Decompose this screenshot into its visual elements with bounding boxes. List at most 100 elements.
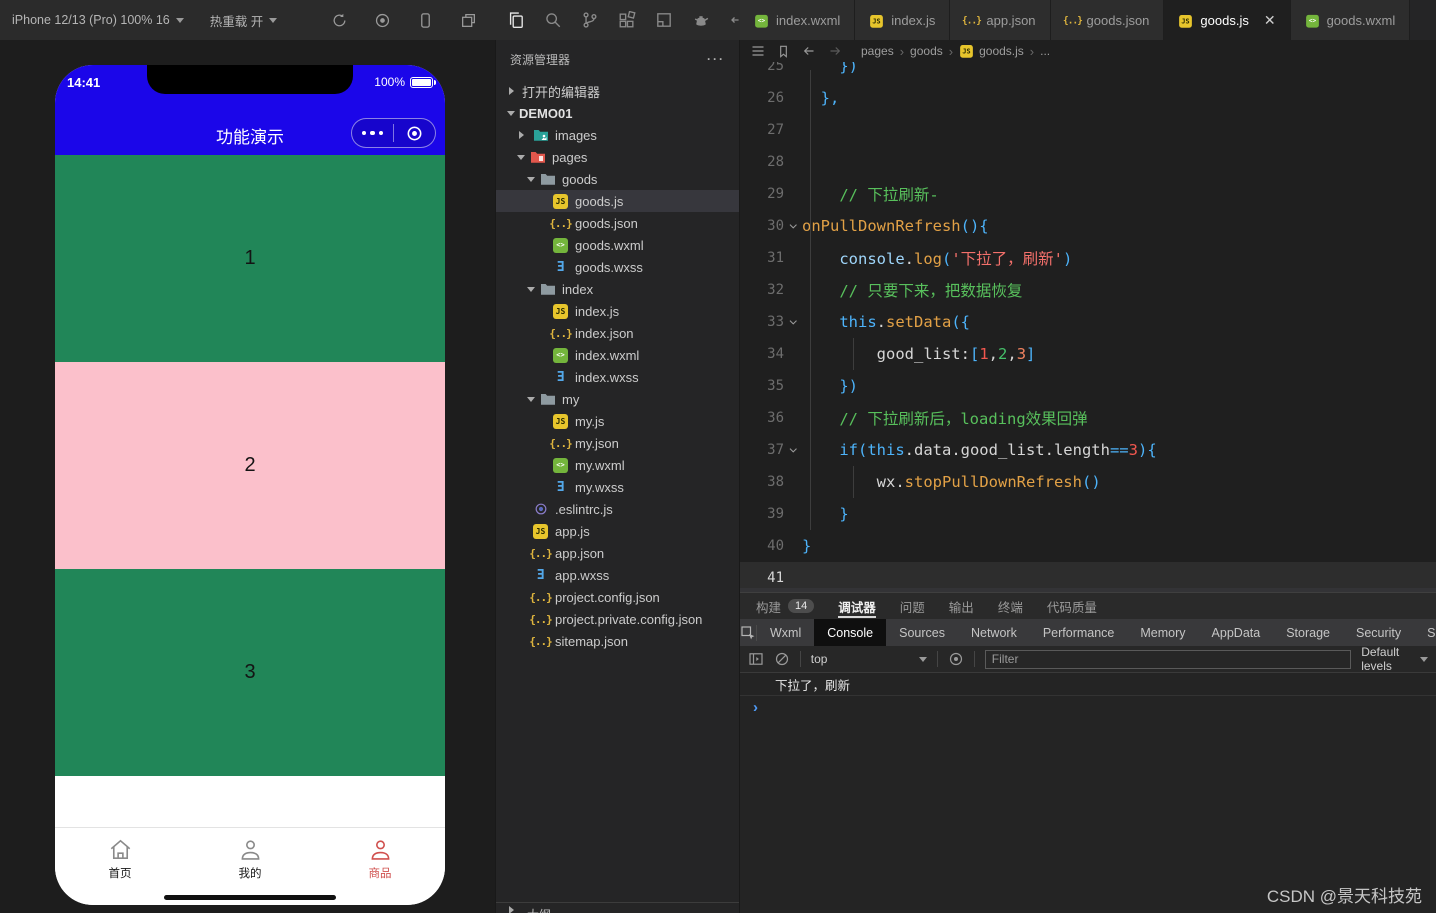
line-number[interactable]: 35 [740,378,784,394]
editor-tab-app.json[interactable]: {..}app.json [950,0,1050,40]
code-line-38[interactable]: 38 wx.stopPullDownRefresh() [740,466,1436,498]
files-icon[interactable] [507,11,525,29]
code-line-31[interactable]: 31 console.log('下拉了，刷新') [740,242,1436,274]
devtools-tab-Security[interactable]: Security [1343,619,1414,646]
editor-tab-goods.wxml[interactable]: <>goods.wxml [1291,0,1411,40]
tree-item-DEMO01[interactable]: DEMO01 [496,102,739,124]
line-number[interactable]: 39 [740,506,784,522]
console-filter-input[interactable] [985,650,1351,669]
line-number[interactable]: 34 [740,346,784,362]
panel-tab-终端[interactable]: 终端 [998,593,1023,619]
code-line-27[interactable]: 27 [740,114,1436,146]
code-lines[interactable]: 25 })26 },272829 // 下拉刷新-30onPullDownRef… [740,50,1436,592]
panel-tab-构建[interactable]: 构建14 [756,593,814,619]
tree-item-index[interactable]: index [496,278,739,300]
tree-item-goods.json[interactable]: {..}goods.json [496,212,739,234]
tree-item-index.wxml[interactable]: <>index.wxml [496,344,739,366]
hot-reload-toggle[interactable]: 热重载 开 [210,11,277,30]
code-line-32[interactable]: 32 // 只要下来，把数据恢复 [740,274,1436,306]
console-input-row[interactable]: › [740,696,1436,718]
devtools-tab-Network[interactable]: Network [958,619,1030,646]
code-line-26[interactable]: 26 }, [740,82,1436,114]
devtools-tab-Memory[interactable]: Memory [1127,619,1198,646]
line-number[interactable]: 28 [740,154,784,170]
tree-item-.eslintrc.js[interactable]: .eslintrc.js [496,498,739,520]
inspect-element-icon[interactable] [740,625,757,641]
tree-item-index.wxss[interactable]: Ǝindex.wxss [496,366,739,388]
device-selector[interactable]: iPhone 12/13 (Pro) 100% 16 [12,13,184,27]
navigate-forward-icon[interactable] [827,43,843,59]
line-number[interactable]: 40 [740,538,784,554]
line-number[interactable]: 27 [740,122,784,138]
device-icon[interactable] [417,12,434,29]
tree-item-project.private.config.json[interactable]: {..}project.private.config.json [496,608,739,630]
line-number[interactable]: 37 [740,442,784,458]
code-line-36[interactable]: 36 // 下拉刷新后，loading效果回弹 [740,402,1436,434]
editor-tab-index.wxml[interactable]: <>index.wxml [740,0,855,40]
clear-console-icon[interactable] [774,651,790,667]
devtools-tab-Console[interactable]: Console [814,619,886,646]
code-line-40[interactable]: 40} [740,530,1436,562]
line-number[interactable]: 30 [740,218,784,234]
line-number[interactable]: 36 [740,410,784,426]
line-number[interactable]: 38 [740,474,784,490]
fold-icon[interactable] [784,445,802,456]
navigate-back-icon[interactable] [801,43,817,59]
breadcrumb-item[interactable]: pages [861,44,894,58]
tree-item-sitemap.json[interactable]: {..}sitemap.json [496,630,739,652]
tree-item-app.wxss[interactable]: Ǝapp.wxss [496,564,739,586]
console-sidebar-toggle-icon[interactable] [748,651,764,667]
tabbar-item-商品[interactable]: 商品 [315,828,445,905]
tabbar-item-我的[interactable]: 我的 [185,828,315,905]
devtools-tab-Sensor[interactable]: Sensor [1414,619,1436,646]
theme-icon[interactable] [692,11,710,29]
devtools-tab-Storage[interactable]: Storage [1273,619,1343,646]
devtools-tab-Performance[interactable]: Performance [1030,619,1128,646]
line-number[interactable]: 26 [740,90,784,106]
multi-window-icon[interactable] [460,12,477,29]
devtools-tab-Wxml[interactable]: Wxml [757,619,814,646]
exit-button[interactable] [394,125,435,142]
log-levels-dropdown[interactable]: Default levels [1361,645,1428,673]
bookmark-icon[interactable] [776,44,791,59]
close-icon[interactable]: ✕ [1264,12,1276,29]
tree-item-goods[interactable]: goods [496,168,739,190]
editor-tab-goods.json[interactable]: {..}goods.json [1051,0,1165,40]
tree-item-my.wxml[interactable]: <>my.wxml [496,454,739,476]
git-branch-icon[interactable] [581,11,599,29]
file-manager-icon[interactable] [655,11,673,29]
extensions-icon[interactable] [618,11,636,29]
tree-item-my.json[interactable]: {..}my.json [496,432,739,454]
code-line-39[interactable]: 39 } [740,498,1436,530]
eye-icon[interactable] [948,651,964,667]
search-icon[interactable] [544,11,562,29]
tree-item-project.config.json[interactable]: {..}project.config.json [496,586,739,608]
line-number[interactable]: 33 [740,314,784,330]
tabbar-item-首页[interactable]: 首页 [55,828,185,905]
tree-item-index.json[interactable]: {..}index.json [496,322,739,344]
tree-item-images[interactable]: images [496,124,739,146]
code-line-28[interactable]: 28 [740,146,1436,178]
code-line-33[interactable]: 33 this.setData({ [740,306,1436,338]
record-icon[interactable] [374,12,391,29]
tree-item-my.wxss[interactable]: Ǝmy.wxss [496,476,739,498]
panel-tab-调试器[interactable]: 调试器 [838,593,876,619]
tree-item-my[interactable]: my [496,388,739,410]
tree-item-打开的编辑器[interactable]: 打开的编辑器 [496,80,739,102]
outline-list-icon[interactable] [750,43,766,59]
code-line-29[interactable]: 29 // 下拉刷新- [740,178,1436,210]
line-number[interactable]: 32 [740,282,784,298]
devtools-tab-AppData[interactable]: AppData [1199,619,1274,646]
breadcrumb-item[interactable]: goods [910,44,943,58]
code-line-30[interactable]: 30onPullDownRefresh(){ [740,210,1436,242]
tree-item-index.js[interactable]: JSindex.js [496,300,739,322]
fold-icon[interactable] [784,317,802,328]
line-number[interactable]: 29 [740,186,784,202]
editor-tab-goods.js[interactable]: JSgoods.js✕ [1164,0,1290,40]
tree-item-goods.js[interactable]: JSgoods.js [496,190,739,212]
outline-section[interactable]: 大纲 [496,902,739,913]
panel-tab-代码质量[interactable]: 代码质量 [1047,593,1097,619]
code-line-37[interactable]: 37 if(this.data.good_list.length==3){ [740,434,1436,466]
compile-icon[interactable] [331,12,348,29]
breadcrumb-item[interactable]: ... [1040,44,1050,58]
